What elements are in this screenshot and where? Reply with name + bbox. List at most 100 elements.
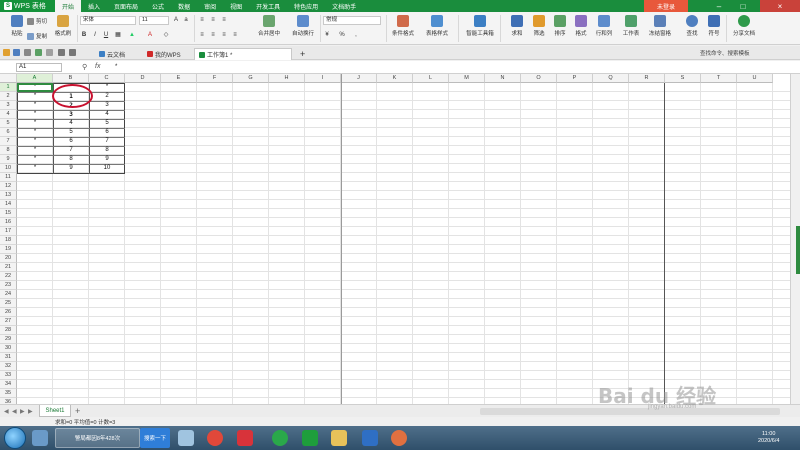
border-icon[interactable]: ▦ (114, 31, 122, 39)
cell-B10[interactable]: 9 (53, 164, 89, 173)
tab-data[interactable]: 数据 (171, 0, 197, 12)
cell-C6[interactable]: 6 (89, 128, 125, 137)
print-preview-icon[interactable] (35, 49, 42, 56)
copy-button[interactable]: 复制 (27, 32, 47, 40)
font-name-select[interactable]: 宋体 (80, 16, 136, 25)
row-header[interactable]: 1 (0, 83, 17, 92)
align-left-icon[interactable]: ≡ (198, 31, 206, 39)
side-panel-handle[interactable] (796, 226, 800, 274)
row-header[interactable]: 22 (0, 272, 17, 281)
undo-icon[interactable] (58, 49, 65, 56)
row-header[interactable]: 16 (0, 218, 17, 227)
column-header[interactable]: J (341, 74, 377, 83)
shrink-font-icon[interactable]: a (182, 16, 190, 24)
column-header[interactable]: A (17, 74, 53, 83)
select-all-corner[interactable] (0, 74, 17, 83)
column-header[interactable]: E (161, 74, 197, 83)
cell-B6[interactable]: 5 (53, 128, 89, 137)
tab-home[interactable]: 开始 (55, 0, 82, 12)
tab-insert[interactable]: 插入 (81, 0, 107, 12)
login-button[interactable]: 未登录 (644, 0, 688, 12)
row-header[interactable]: 30 (0, 344, 17, 353)
table-style-button[interactable]: 表格样式 (422, 15, 452, 37)
row-header[interactable]: 13 (0, 191, 17, 200)
grow-font-icon[interactable]: A (172, 16, 180, 24)
tab-my-wps[interactable]: 我的WPS (143, 48, 185, 60)
cell-A5[interactable]: * (17, 119, 53, 128)
column-header[interactable]: N (485, 74, 521, 83)
system-clock[interactable]: 11:00 2020/6/4 (758, 431, 779, 445)
sheet-tab-sheet1[interactable]: Sheet1 (39, 405, 71, 417)
column-header[interactable]: Q (593, 74, 629, 83)
spreadsheet-grid[interactable]: ABCDEFGHIJKLMNOPQRSTU 1 2 3 4 5 6 7 8 9 10 11 12 13 1… (0, 74, 796, 404)
row-header[interactable]: 26 (0, 308, 17, 317)
row-header[interactable]: 29 (0, 335, 17, 344)
wps-sheet-icon[interactable] (302, 430, 318, 446)
row-header[interactable]: 31 (0, 353, 17, 362)
cell-A10[interactable]: * (17, 164, 53, 173)
tab-view[interactable]: 视图 (223, 0, 249, 12)
cell-B9[interactable]: 8 (53, 155, 89, 164)
fill-color-icon[interactable]: ▲ (128, 31, 136, 39)
symbol-button[interactable]: 符号 (699, 15, 729, 37)
column-header[interactable]: D (125, 74, 161, 83)
merge-center-button[interactable]: 合并居中 (254, 15, 284, 37)
cell-A4[interactable]: * (17, 110, 53, 119)
cell-A8[interactable]: * (17, 146, 53, 155)
horizontal-scrollbar[interactable] (480, 408, 780, 415)
tab-doc-assistant[interactable]: 文档助手 (325, 0, 363, 12)
comma-icon[interactable]: , (352, 31, 360, 39)
column-header[interactable]: H (269, 74, 305, 83)
row-header[interactable]: 35 (0, 389, 17, 398)
tab-developer[interactable]: 开发工具 (249, 0, 287, 12)
row-header[interactable]: 25 (0, 299, 17, 308)
row-header[interactable]: 4 (0, 110, 17, 119)
wechat-icon[interactable] (272, 430, 288, 446)
cell-A9[interactable]: * (17, 155, 53, 164)
taskbar-ie-window[interactable]: 警局都因8年428次 (55, 428, 140, 448)
cell-B5[interactable]: 4 (53, 119, 89, 128)
tab-page-layout[interactable]: 页面布局 (107, 0, 145, 12)
chrome-icon[interactable] (207, 430, 223, 446)
row-header[interactable]: 21 (0, 263, 17, 272)
app-icon[interactable] (391, 430, 407, 446)
tab-formula[interactable]: 公式 (145, 0, 171, 12)
cell-A7[interactable]: * (17, 137, 53, 146)
number-format-select[interactable]: 常规 (323, 16, 381, 25)
wrap-text-button[interactable]: 自动换行 (288, 15, 318, 37)
column-header[interactable]: P (557, 74, 593, 83)
align-right-icon[interactable]: ≡ (220, 31, 228, 39)
row-header[interactable]: 12 (0, 182, 17, 191)
row-header[interactable]: 11 (0, 173, 17, 182)
row-header[interactable]: 23 (0, 281, 17, 290)
cell-B7[interactable]: 6 (53, 137, 89, 146)
minimize-icon[interactable]: – (710, 0, 728, 12)
italic-icon[interactable]: I (91, 31, 99, 39)
column-header[interactable]: K (377, 74, 413, 83)
show-desktop-icon[interactable] (32, 430, 48, 446)
cond-format-button[interactable]: 条件格式 (388, 15, 418, 37)
column-header[interactable]: B (53, 74, 89, 83)
column-header[interactable]: C (89, 74, 125, 83)
cell-A3[interactable]: * (17, 101, 53, 110)
bold-icon[interactable]: B (80, 31, 88, 39)
underline-icon[interactable]: U (102, 31, 110, 39)
redo-icon[interactable] (69, 49, 76, 56)
row-header[interactable]: 17 (0, 227, 17, 236)
cell-C3[interactable]: 3 (89, 101, 125, 110)
align-bottom-icon[interactable]: ≡ (220, 16, 228, 24)
worksheet-button[interactable]: 工作表 (616, 15, 646, 37)
name-box[interactable]: A1 (16, 63, 62, 72)
taskbar-search-button[interactable]: 搜索一下 (140, 428, 170, 448)
last-sheet-icon[interactable]: ▶ (28, 408, 33, 415)
column-header[interactable]: I (305, 74, 341, 83)
row-col-button[interactable]: 行和列 (589, 15, 619, 37)
row-header[interactable]: 34 (0, 380, 17, 389)
cell-C4[interactable]: 4 (89, 110, 125, 119)
search-command-input[interactable]: 查找命令、搜索模板 (700, 49, 750, 57)
row-header[interactable]: 20 (0, 254, 17, 263)
row-header[interactable]: 15 (0, 209, 17, 218)
row-header[interactable]: 8 (0, 146, 17, 155)
row-header[interactable]: 14 (0, 200, 17, 209)
save-icon[interactable] (13, 49, 20, 56)
